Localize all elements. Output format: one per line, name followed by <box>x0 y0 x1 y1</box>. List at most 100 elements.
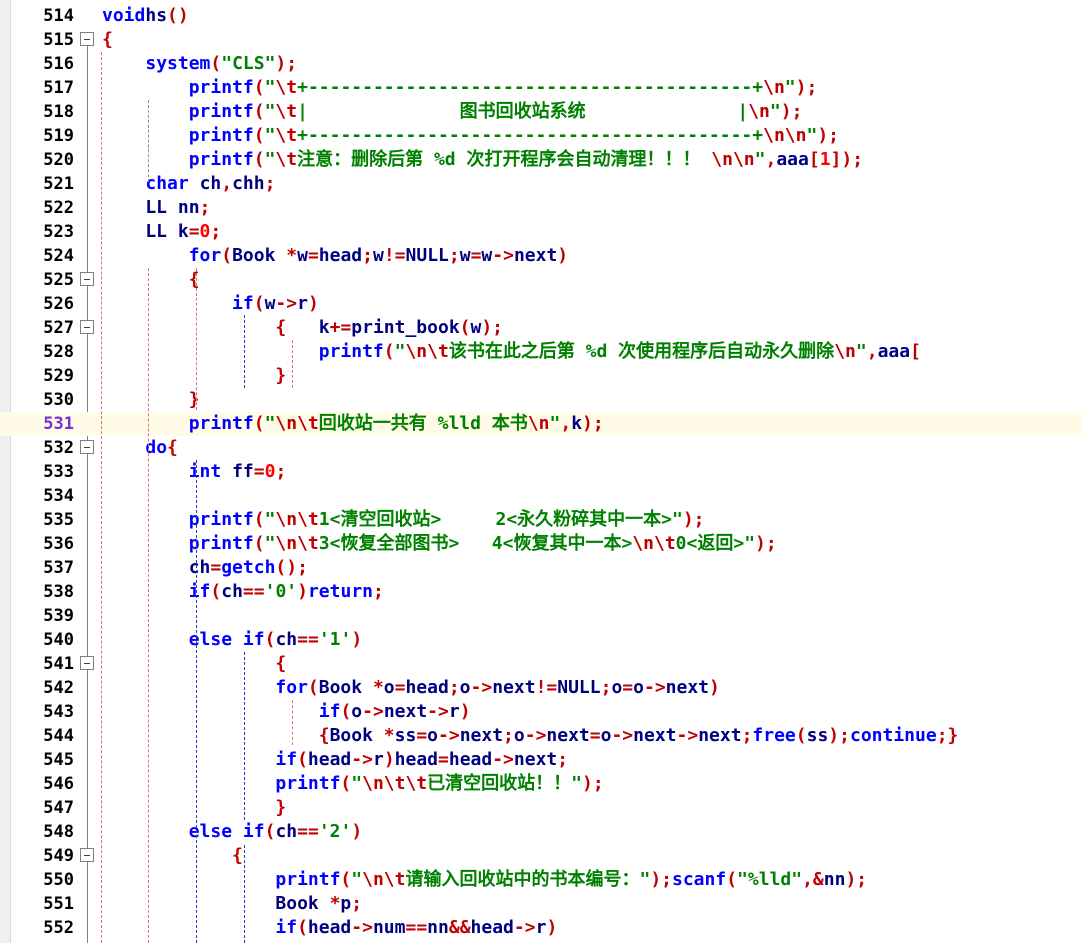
line-number: 537 <box>43 558 74 578</box>
code-token: \n <box>748 101 770 122</box>
line-number: 547 <box>43 798 74 818</box>
code-line[interactable]: 532 do{ <box>0 436 1081 460</box>
code-line[interactable]: 538 if(ch=='0')return; <box>0 580 1081 604</box>
code-line[interactable]: 527 { k+=print_book(w); <box>0 316 1081 340</box>
fold-toggle-icon[interactable] <box>80 656 94 670</box>
code-line[interactable]: 544 {Book *ss=o->next;o->next=o->next->n… <box>0 724 1081 748</box>
code-token: next <box>459 725 504 746</box>
code-line[interactable]: 524 for(Book *w=head;w!=NULL;w=w->next) <box>0 244 1081 268</box>
code-line[interactable]: 535 printf("\n\t1<清空回收站> 2<永久粉碎其中一本>"); <box>0 508 1081 532</box>
code-text: char ch,chh; <box>102 172 275 196</box>
indent-guide <box>148 268 149 943</box>
code-token: head <box>470 917 514 938</box>
code-token: ); <box>481 317 504 338</box>
code-token: ]); <box>830 149 864 170</box>
code-line[interactable]: 545 if(head->r)head=head->next; <box>0 748 1081 772</box>
code-line[interactable]: 530 } <box>0 388 1081 412</box>
code-line[interactable]: 534 <box>0 484 1081 508</box>
code-token: '2' <box>318 821 352 842</box>
code-token: if <box>318 701 341 722</box>
code-line[interactable]: 521 char ch,chh; <box>0 172 1081 196</box>
code-token: " <box>744 533 756 554</box>
fold-toggle-icon[interactable] <box>80 32 94 46</box>
code-line[interactable]: 514 voidhs() <box>0 4 1081 28</box>
code-token: \n\t\t <box>362 773 428 794</box>
code-token: system <box>145 53 211 74</box>
code-line[interactable]: 519 printf("\t+-------------------------… <box>0 124 1081 148</box>
code-token: { <box>167 437 178 458</box>
code-token: "CLS" <box>221 53 276 74</box>
code-line[interactable]: 547 } <box>0 796 1081 820</box>
code-token: printf <box>275 869 341 890</box>
code-token: o <box>427 725 438 746</box>
code-line[interactable]: 541 { <box>0 652 1081 676</box>
code-line[interactable]: 536 printf("\n\t3<恢复全部图书> 4<恢复其中一本>\n\t0… <box>0 532 1081 556</box>
code-token: " <box>264 413 276 434</box>
code-line[interactable]: 516 system("CLS"); <box>0 52 1081 76</box>
code-token: w <box>459 245 471 266</box>
code-line[interactable]: 529 } <box>0 364 1081 388</box>
code-line[interactable]: 528 printf("\n\t该书在此之后第 %d 次使用程序后自动永久删除\… <box>0 340 1081 364</box>
code-token: -> <box>676 725 699 746</box>
code-token: 3<恢复全部图书> 4<恢复其中一本> <box>318 533 633 554</box>
line-number: 552 <box>43 918 74 938</box>
code-editor[interactable]: 514 voidhs() 515{516 system("CLS"); 517 pri… <box>0 0 1081 943</box>
code-line[interactable]: 546 printf("\n\t\t已清空回收站！！"); <box>0 772 1081 796</box>
code-token: " <box>855 341 867 362</box>
fold-toggle-icon[interactable] <box>80 848 94 862</box>
code-token: ); <box>682 509 705 530</box>
code-line[interactable]: 522 LL nn; <box>0 196 1081 220</box>
code-line[interactable]: 548 else if(ch=='2') <box>0 820 1081 844</box>
code-token: 1<清空回收站> 2<永久粉碎其中一本> <box>318 509 672 530</box>
code-line[interactable]: 537 ch=getch(); <box>0 556 1081 580</box>
code-line[interactable]: 533 int ff=0; <box>0 460 1081 484</box>
line-number: 526 <box>43 294 74 314</box>
code-line[interactable]: 531 printf("\n\t回收站一共有 %lld 本书\n",k); <box>0 412 1081 436</box>
code-line[interactable]: 518 printf("\t| 图书回收站系统 |\n"); <box>0 100 1081 124</box>
code-line[interactable]: 551 Book *p; <box>0 892 1081 916</box>
code-line[interactable]: 550 printf("\n\t请输入回收站中的书本编号：");scanf("%… <box>0 868 1081 892</box>
code-line[interactable]: 539 <box>0 604 1081 628</box>
code-token: next <box>698 725 742 746</box>
fold-toggle-icon[interactable] <box>80 272 94 286</box>
code-token: continue <box>849 725 937 746</box>
code-token: , <box>765 149 777 170</box>
code-line[interactable]: 549 { <box>0 844 1081 868</box>
code-token: o <box>633 677 644 698</box>
code-token: o <box>600 725 612 746</box>
code-token: ; <box>600 677 612 698</box>
code-token: for <box>275 677 308 698</box>
code-line[interactable]: 540 else if(ch=='1') <box>0 628 1081 652</box>
code-line[interactable]: 543 if(o->next->r) <box>0 700 1081 724</box>
line-number: 528 <box>43 342 74 362</box>
code-token: printf <box>188 149 254 170</box>
code-line[interactable]: 523 LL k=0; <box>0 220 1081 244</box>
code-line[interactable]: 525 { <box>0 268 1081 292</box>
code-token: chh <box>232 173 265 194</box>
line-number: 523 <box>43 222 74 242</box>
code-token: getch <box>221 557 276 578</box>
code-token: o <box>513 725 525 746</box>
line-number: 540 <box>43 630 74 650</box>
code-line[interactable]: 520 printf("\t注意：删除后第 %d 次打开程序会自动清理！！！ \… <box>0 148 1081 172</box>
code-token: \t <box>275 149 298 170</box>
code-line[interactable]: 517 printf("\t+-------------------------… <box>0 76 1081 100</box>
code-line[interactable]: 552 if(head->num==nn&&head->r) <box>0 916 1081 940</box>
fold-toggle-icon[interactable] <box>80 320 94 334</box>
code-line[interactable]: 542 for(Book *o=head;o->next!=NULL;o=o->… <box>0 676 1081 700</box>
code-token: char <box>145 173 189 194</box>
code-text: printf("\t+-----------------------------… <box>102 124 839 148</box>
fold-toggle-icon[interactable] <box>80 440 94 454</box>
code-token: ; <box>199 197 211 218</box>
code-token: head <box>318 245 363 266</box>
code-line[interactable]: 526 if(w->r) <box>0 292 1081 316</box>
code-token: 0 <box>264 461 276 482</box>
code-line[interactable]: 515 { <box>0 28 1081 52</box>
code-token: = <box>188 221 200 242</box>
code-token: ; <box>448 245 460 266</box>
code-token: * <box>383 725 395 746</box>
code-token: num <box>372 917 406 938</box>
code-token: " <box>351 773 363 794</box>
